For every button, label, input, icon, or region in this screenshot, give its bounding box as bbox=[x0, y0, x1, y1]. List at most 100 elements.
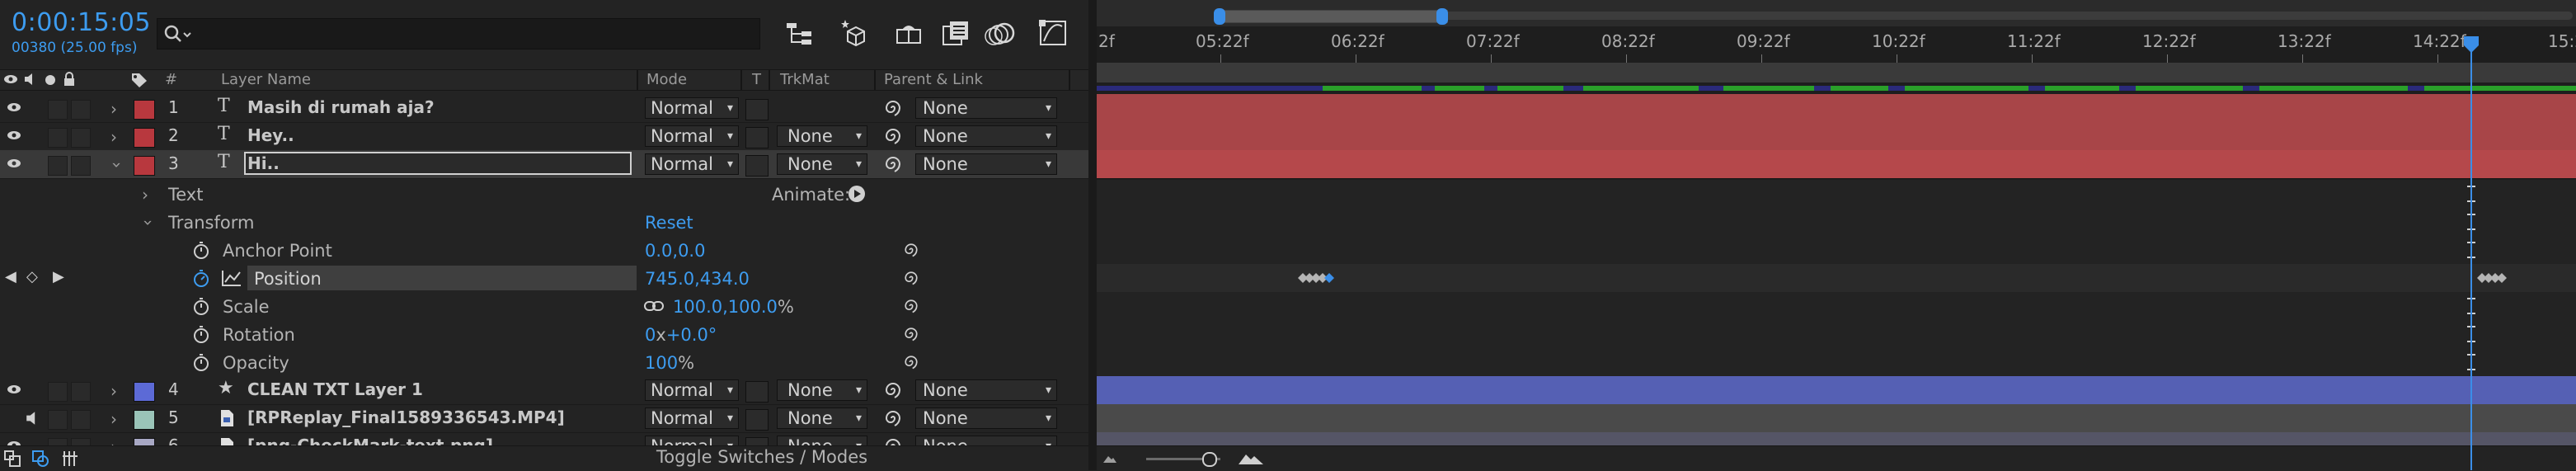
lock-switch[interactable] bbox=[71, 438, 91, 445]
comp-stack-icon[interactable] bbox=[940, 16, 973, 49]
motion-blur-icon[interactable] bbox=[985, 16, 1018, 49]
position-value[interactable]: 745.0,434.0 bbox=[645, 269, 750, 289]
preserve-transparency-checkbox[interactable] bbox=[745, 155, 769, 177]
anchor-point-row[interactable]: Anchor Point 0.0,0.0 bbox=[0, 236, 1088, 264]
eye-icon[interactable] bbox=[7, 101, 21, 113]
preserve-transparency-checkbox[interactable] bbox=[745, 437, 769, 445]
solo-switch[interactable] bbox=[48, 128, 68, 148]
zoom-out-mountain-icon[interactable] bbox=[1102, 451, 1118, 464]
opacity-row[interactable]: Opacity 100% bbox=[0, 348, 1088, 376]
frame-render-icon[interactable] bbox=[61, 450, 79, 468]
solo-switch[interactable] bbox=[48, 156, 68, 176]
scale-row[interactable]: Scale 100.0,100.0% bbox=[0, 292, 1088, 320]
stopwatch-icon[interactable] bbox=[191, 240, 211, 260]
solo-column-icon[interactable] bbox=[45, 74, 56, 86]
solo-switch[interactable] bbox=[48, 410, 68, 430]
position-keyframes-group-2[interactable] bbox=[2475, 269, 2518, 287]
lock-switch[interactable] bbox=[71, 128, 91, 148]
pick-whip-icon[interactable] bbox=[902, 297, 920, 315]
eye-icon[interactable] bbox=[7, 384, 21, 395]
reset-link[interactable]: Reset bbox=[645, 213, 693, 233]
position-keyframes-group-1[interactable] bbox=[1296, 269, 1339, 287]
chevron-right-icon[interactable]: › bbox=[110, 437, 117, 445]
chevron-right-icon[interactable]: › bbox=[110, 127, 117, 147]
stopwatch-icon[interactable] bbox=[191, 352, 211, 372]
chevron-down-icon[interactable]: › bbox=[139, 219, 158, 226]
rotation-row[interactable]: Rotation 0x+0.0° bbox=[0, 320, 1088, 348]
chevron-right-icon[interactable]: › bbox=[110, 381, 117, 401]
label-color-swatch[interactable] bbox=[134, 100, 155, 120]
stopwatch-active-icon[interactable] bbox=[191, 268, 211, 288]
parent-dropdown[interactable]: None▾ bbox=[915, 97, 1057, 119]
label-color-swatch[interactable] bbox=[134, 128, 155, 148]
layer-row-5[interactable]: › 5 [RPReplay_Final1589336543.MP4] Norma… bbox=[0, 404, 1088, 433]
layer-name[interactable]: [png-CheckMark-text.png] bbox=[247, 436, 493, 445]
playhead-line[interactable] bbox=[2470, 36, 2472, 470]
graph-editor-icon[interactable] bbox=[1037, 16, 1070, 49]
layer-row-6[interactable]: › 6 [png-CheckMark-text.png] Normal▾ Non… bbox=[0, 432, 1088, 445]
layer-name[interactable]: CLEAN TXT Layer 1 bbox=[247, 379, 423, 399]
preserve-transparency-checkbox[interactable] bbox=[745, 99, 769, 120]
stopwatch-icon[interactable] bbox=[191, 296, 211, 316]
transfer-controls-icon[interactable] bbox=[31, 450, 49, 468]
opacity-value[interactable]: 100% bbox=[645, 353, 694, 373]
layer-bar-6[interactable] bbox=[1097, 432, 2576, 446]
chevron-right-icon[interactable]: › bbox=[110, 409, 117, 429]
layer-name[interactable]: Masih di rumah aja? bbox=[247, 97, 435, 117]
trkmat-dropdown[interactable]: None▾ bbox=[777, 407, 867, 429]
label-color-swatch[interactable] bbox=[134, 438, 155, 445]
solo-switch[interactable] bbox=[48, 382, 68, 402]
layer-bar-1[interactable] bbox=[1097, 94, 2576, 123]
eye-icon[interactable] bbox=[7, 440, 21, 445]
graph-icon[interactable] bbox=[221, 269, 242, 287]
layer-bar-3[interactable] bbox=[1097, 150, 2576, 179]
layer-row-2[interactable]: › 2 T Hey.. Normal ▾ None ▾ None ▾ bbox=[0, 122, 1088, 151]
panel-divider[interactable] bbox=[1088, 0, 1097, 470]
comp-flowchart-icon[interactable] bbox=[3, 450, 21, 468]
layer-name-edit-field[interactable]: Hi.. bbox=[244, 152, 632, 175]
lock-switch[interactable] bbox=[71, 156, 91, 176]
label-color-swatch[interactable] bbox=[134, 382, 155, 402]
solo-switch[interactable] bbox=[48, 100, 68, 120]
pick-whip-icon[interactable] bbox=[882, 436, 904, 445]
chevron-right-icon[interactable]: › bbox=[142, 185, 148, 205]
toggle-switches-modes-button[interactable]: Toggle Switches / Modes bbox=[656, 447, 867, 467]
pick-whip-icon[interactable] bbox=[882, 125, 904, 147]
label-color-swatch[interactable] bbox=[134, 156, 155, 176]
layer-row-4[interactable]: › 4 ★ CLEAN TXT Layer 1 Normal ▾ None ▾ No… bbox=[0, 376, 1088, 405]
layer-name[interactable]: Hey.. bbox=[247, 125, 294, 145]
zoom-slider-handle[interactable] bbox=[1202, 452, 1217, 467]
video-column-icon[interactable] bbox=[3, 73, 18, 85]
rotation-value[interactable]: 0x+0.0° bbox=[645, 325, 717, 345]
navigator-end-handle[interactable] bbox=[1436, 8, 1448, 25]
pick-whip-icon[interactable] bbox=[902, 353, 920, 371]
chevron-down-icon[interactable]: › bbox=[107, 162, 127, 168]
lock-column-icon[interactable] bbox=[63, 72, 76, 87]
blend-mode-dropdown[interactable]: Normal▾ bbox=[645, 436, 739, 445]
blend-mode-dropdown[interactable]: Normal▾ bbox=[645, 379, 739, 401]
current-time-display[interactable]: 0:00:15:05 bbox=[12, 8, 151, 37]
lock-switch[interactable] bbox=[71, 410, 91, 430]
blend-mode-dropdown[interactable]: Normal▾ bbox=[645, 407, 739, 429]
trkmat-dropdown[interactable]: None▾ bbox=[777, 379, 867, 401]
layer-name[interactable]: [RPReplay_Final1589336543.MP4] bbox=[247, 407, 565, 427]
trkmat-dropdown[interactable]: None▾ bbox=[777, 153, 867, 175]
audio-column-icon[interactable] bbox=[23, 73, 38, 86]
blend-mode-dropdown[interactable]: Normal▾ bbox=[645, 153, 739, 175]
trkmat-dropdown[interactable]: None▾ bbox=[777, 436, 867, 445]
prev-keyframe-icon[interactable]: ◀ bbox=[5, 268, 16, 285]
pick-whip-icon[interactable] bbox=[902, 325, 920, 343]
label-column-icon[interactable] bbox=[130, 72, 148, 88]
preserve-transparency-checkbox[interactable] bbox=[745, 127, 769, 148]
scale-value[interactable]: 100.0,100.0% bbox=[673, 297, 794, 317]
eye-icon[interactable] bbox=[7, 130, 21, 141]
trkmat-dropdown[interactable]: None▾ bbox=[777, 125, 867, 147]
layer-bar-4[interactable] bbox=[1097, 376, 2576, 405]
position-row[interactable]: ◀ ◇ ▶ Position 745.0,434.0 bbox=[0, 264, 1088, 292]
layer-search-input[interactable] bbox=[157, 18, 760, 49]
time-navigator[interactable] bbox=[1097, 0, 2576, 26]
transform-group-row[interactable]: › Transform Reset bbox=[0, 208, 1088, 236]
preserve-transparency-checkbox[interactable] bbox=[745, 409, 769, 431]
lock-switch[interactable] bbox=[71, 382, 91, 402]
preserve-transparency-checkbox[interactable] bbox=[745, 381, 769, 403]
